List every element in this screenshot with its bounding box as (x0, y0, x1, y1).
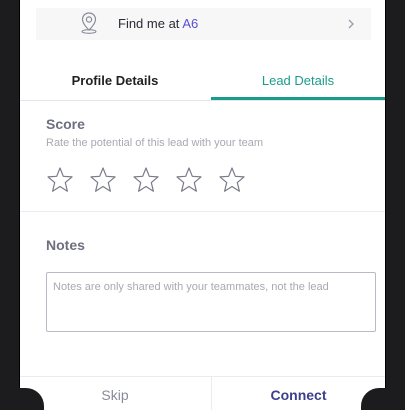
device-bezel-right (385, 0, 405, 410)
star-rating (46, 166, 266, 196)
score-title: Score (46, 116, 85, 132)
skip-button[interactable]: Skip (20, 377, 210, 410)
location-pin-icon (81, 12, 97, 34)
notes-input[interactable] (46, 272, 376, 332)
chevron-right-icon (348, 19, 354, 29)
action-bar: Skip Connect (20, 376, 385, 410)
section-divider (20, 211, 385, 212)
device-bezel-left (0, 0, 20, 410)
lead-screen: Find me at A6 Profile Details Lead Detai… (20, 0, 385, 410)
star-4-icon[interactable] (175, 166, 203, 194)
detail-tabs: Profile Details Lead Details (20, 66, 385, 101)
connect-button[interactable]: Connect (212, 377, 385, 410)
location-card[interactable]: Find me at A6 (36, 8, 371, 40)
star-2-icon[interactable] (89, 166, 117, 194)
star-1-icon[interactable] (46, 166, 74, 194)
active-tab-indicator (211, 97, 385, 100)
location-text: Find me at A6 (118, 16, 198, 31)
score-subtitle: Rate the potential of this lead with you… (46, 137, 264, 149)
location-prefix: Find me at (118, 16, 180, 31)
notes-title: Notes (46, 237, 85, 253)
star-3-icon[interactable] (132, 166, 160, 194)
tab-lead-details[interactable]: Lead Details (211, 66, 385, 100)
tab-profile-details[interactable]: Profile Details (20, 66, 210, 100)
location-value: A6 (182, 16, 199, 31)
star-5-icon[interactable] (218, 166, 246, 194)
